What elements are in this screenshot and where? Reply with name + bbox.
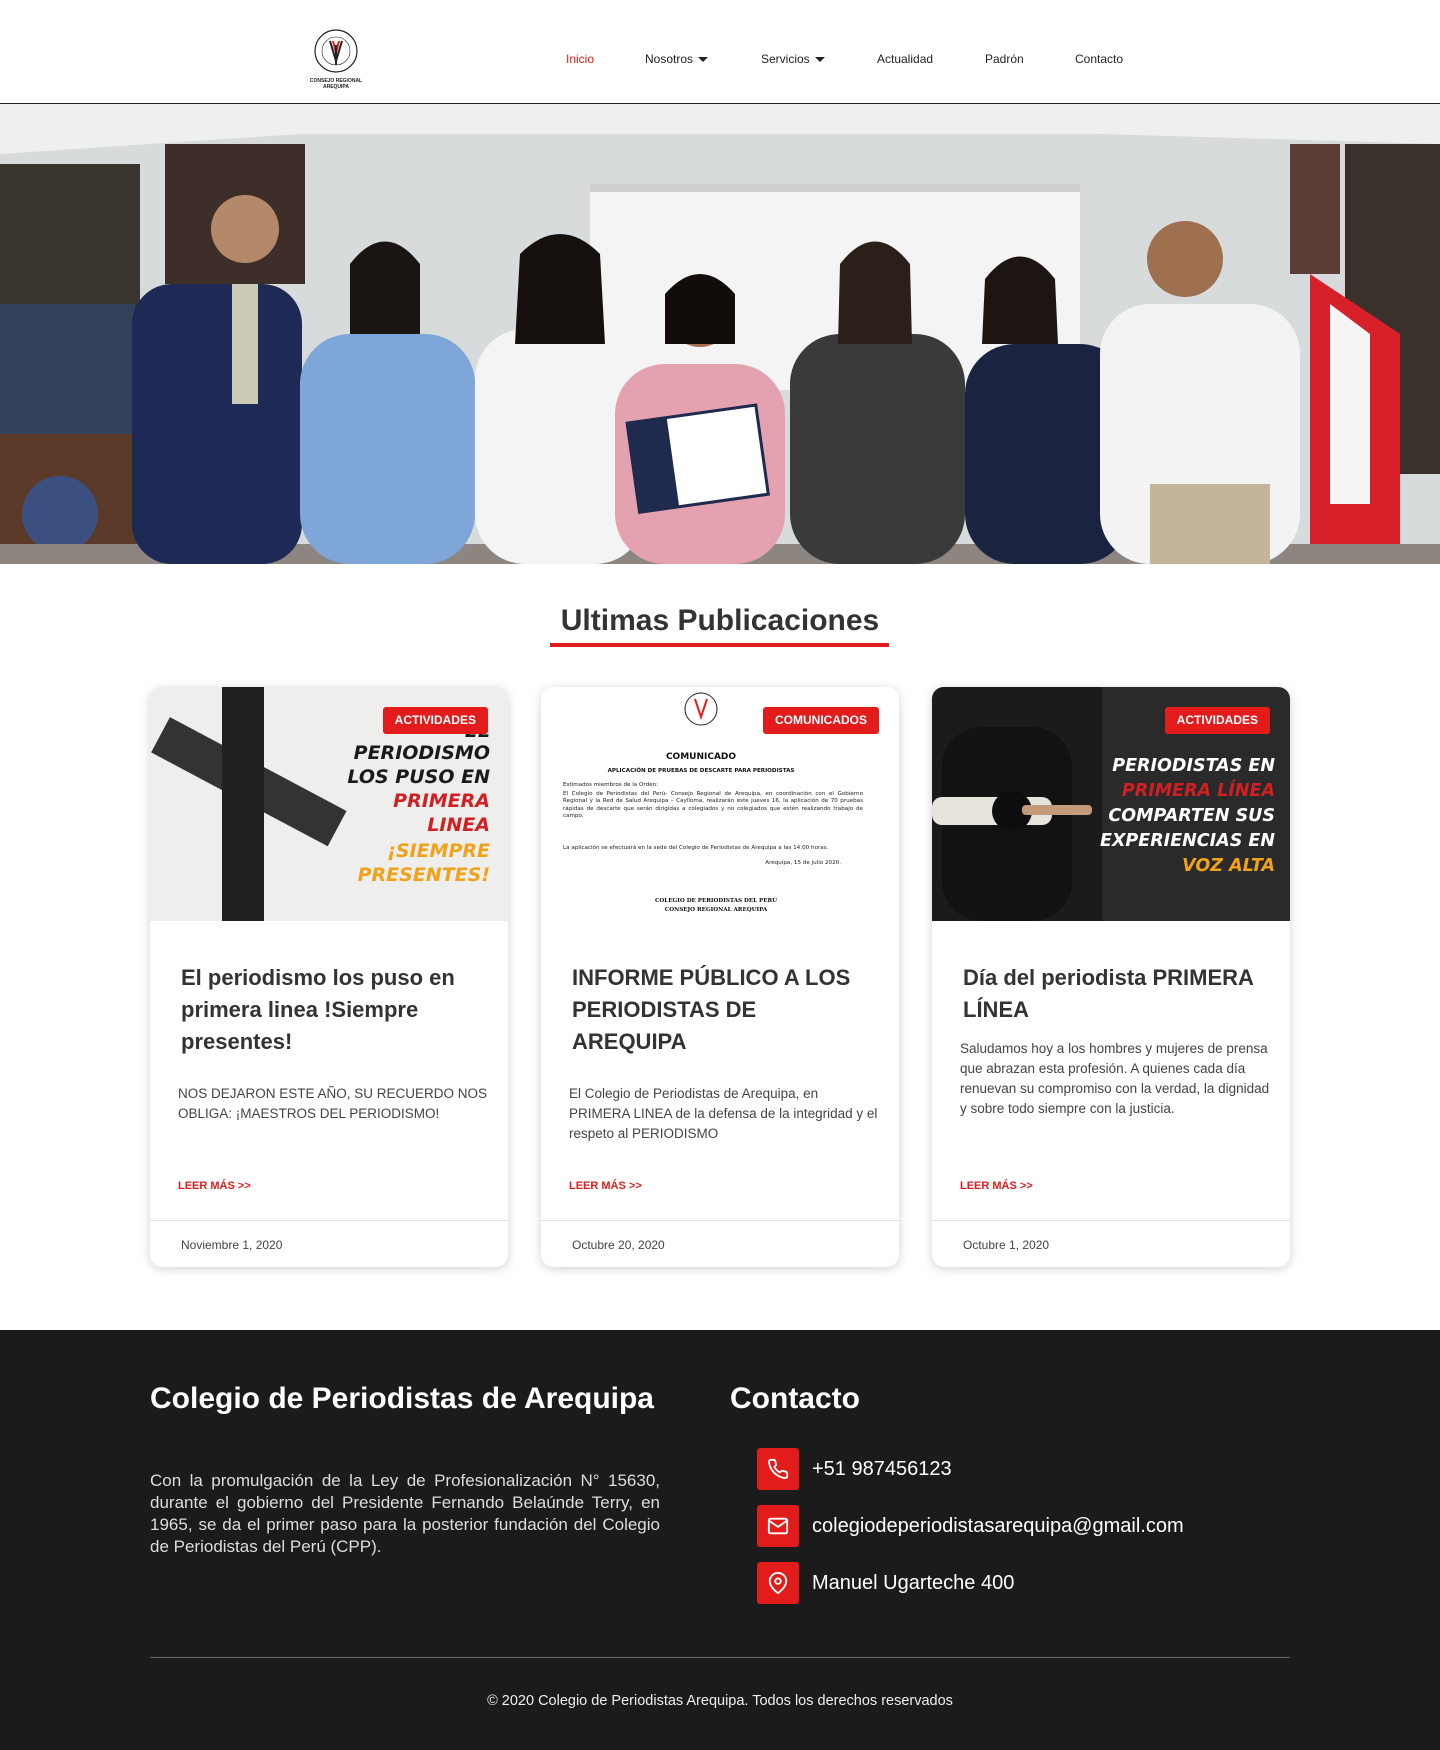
image-line: VOZ ALTA (1182, 856, 1275, 876)
caret-down-icon (814, 57, 825, 63)
image-line: PERIODISTAS EN (1112, 756, 1275, 776)
location-icon (757, 1562, 799, 1604)
nav-actualidad-label: Actualidad (877, 52, 934, 66)
post-excerpt: NOS DEJARON ESTE AÑO, SU RECUERDO NOS OB… (178, 1086, 488, 1121)
image-line: El Colegio de Periodistas del Perú- Cons… (563, 791, 863, 820)
nav-contacto-label: Contacto (1075, 52, 1124, 66)
nav-contacto[interactable]: Contacto (1075, 52, 1123, 66)
image-line: PRESENTES! (358, 864, 490, 886)
post-excerpt: El Colegio de Periodistas de Arequipa, e… (569, 1086, 878, 1141)
post-excerpt: Saludamos hoy a los hombres y mujeres de… (960, 1041, 1270, 1116)
post-date: Noviembre 1, 2020 (181, 1238, 283, 1252)
post-card: COMUNICADO APLICACIÓN DE PRUEBAS DE DESC… (541, 687, 899, 1267)
caret-down-icon (698, 57, 709, 63)
read-more-link[interactable]: LEER MÁS >> (178, 1180, 251, 1192)
post-meta: Noviembre 1, 2020 (150, 1220, 508, 1267)
post-title[interactable]: INFORME PÚBLICO A LOS PERIODISTAS DE ARE… (572, 962, 872, 1058)
post-card: EL PERIODISMO LOS PUSO EN PRIMERA LINEA … (150, 687, 508, 1267)
post-meta: Octubre 20, 2020 (541, 1220, 899, 1267)
post-title[interactable]: El periodismo los puso en primera linea … (181, 962, 481, 1058)
image-line: COMPARTEN SUS (1108, 806, 1275, 826)
post-title[interactable]: Día del periodista PRIMERA LÍNEA (963, 962, 1263, 1026)
copyright-text: © 2020 Colegio de Periodistas Arequipa. … (487, 1693, 953, 1709)
contact-phone-text: +51 987456123 (812, 1458, 952, 1480)
nav-padron-label: Padrón (985, 52, 1024, 66)
site-footer: Colegio de Periodistas de Arequipa Con l… (0, 1330, 1440, 1750)
image-line: COLEGIO DE PERIODISTAS DEL PERÚ (655, 896, 777, 904)
post-meta: Octubre 1, 2020 (932, 1220, 1290, 1267)
post-date: Octubre 1, 2020 (963, 1238, 1050, 1252)
nav-servicios-label: Servicios (761, 52, 810, 66)
mail-icon (757, 1505, 799, 1547)
contact-email-text: colegiodeperiodistasarequipa@gmail.com (812, 1515, 1184, 1537)
nav-actualidad[interactable]: Actualidad (877, 52, 933, 66)
nav-servicios[interactable]: Servicios (761, 52, 825, 66)
read-more-link[interactable]: LEER MÁS >> (960, 1180, 1033, 1192)
site-header: CONSEJO REGIONAL AREQUIPA Inicio Nosotro… (0, 0, 1440, 104)
image-line: LINEA (427, 814, 490, 836)
read-more-link[interactable]: LEER MÁS >> (569, 1180, 642, 1192)
phone-icon (757, 1448, 799, 1490)
hero-photo (0, 104, 1440, 564)
section-title: Ultimas Publicaciones (560, 604, 880, 637)
image-line: APLICACIÓN DE PRUEBAS DE DESCARTE PARA P… (608, 767, 795, 774)
nav-nosotros[interactable]: Nosotros (645, 52, 709, 66)
image-line: PRIMERA LÍNEA (1122, 779, 1275, 801)
nav-padron[interactable]: Padrón (985, 52, 1024, 66)
nav-inicio-label: Inicio (566, 52, 595, 66)
post-date: Octubre 20, 2020 (572, 1238, 665, 1252)
post-image[interactable]: PERIODISTAS EN PRIMERA LÍNEA COMPARTEN S… (932, 687, 1290, 921)
footer-contact-title: Contacto (730, 1382, 860, 1415)
main-nav: Inicio Nosotros Servicios Actualidad Pad… (0, 52, 1440, 72)
image-line: CONSEJO REGIONAL AREQUIPA (665, 907, 768, 913)
footer-divider (150, 1657, 1290, 1658)
image-line: EXPERIENCIAS EN (1100, 831, 1275, 851)
image-line: COMUNICADO (666, 752, 736, 762)
image-line: La aplicación se efectuará en la sede de… (563, 844, 829, 851)
post-image[interactable]: COMUNICADO APLICACIÓN DE PRUEBAS DE DESC… (541, 687, 899, 921)
footer-about-text: Con la promulgación de la Ley de Profesi… (150, 1471, 660, 1556)
footer-about-title: Colegio de Periodistas de Arequipa (150, 1382, 654, 1415)
nav-nosotros-label: Nosotros (645, 52, 694, 66)
logo-caption: CONSEJO REGIONAL AREQUIPA (309, 78, 363, 90)
image-line: LOS PUSO EN (347, 766, 490, 788)
image-line: PERIODISMO (354, 742, 490, 764)
category-badge[interactable]: COMUNICADOS (763, 707, 879, 734)
section-title-underline (550, 643, 889, 647)
image-line: Estimados miembros de la Orden: (563, 782, 658, 788)
image-line: PRIMERA (393, 790, 490, 812)
nav-inicio[interactable]: Inicio (566, 52, 594, 66)
image-line: Arequipa, 15 de julio 2020. (765, 860, 841, 866)
category-badge[interactable]: ACTIVIDADES (382, 707, 488, 734)
category-badge[interactable]: ACTIVIDADES (1164, 707, 1270, 734)
contact-address-text: Manuel Ugarteche 400 (812, 1572, 1015, 1594)
post-image[interactable]: EL PERIODISMO LOS PUSO EN PRIMERA LINEA … (150, 687, 508, 921)
post-card: PERIODISTAS EN PRIMERA LÍNEA COMPARTEN S… (932, 687, 1290, 1267)
image-line: ¡SIEMPRE (387, 840, 490, 862)
